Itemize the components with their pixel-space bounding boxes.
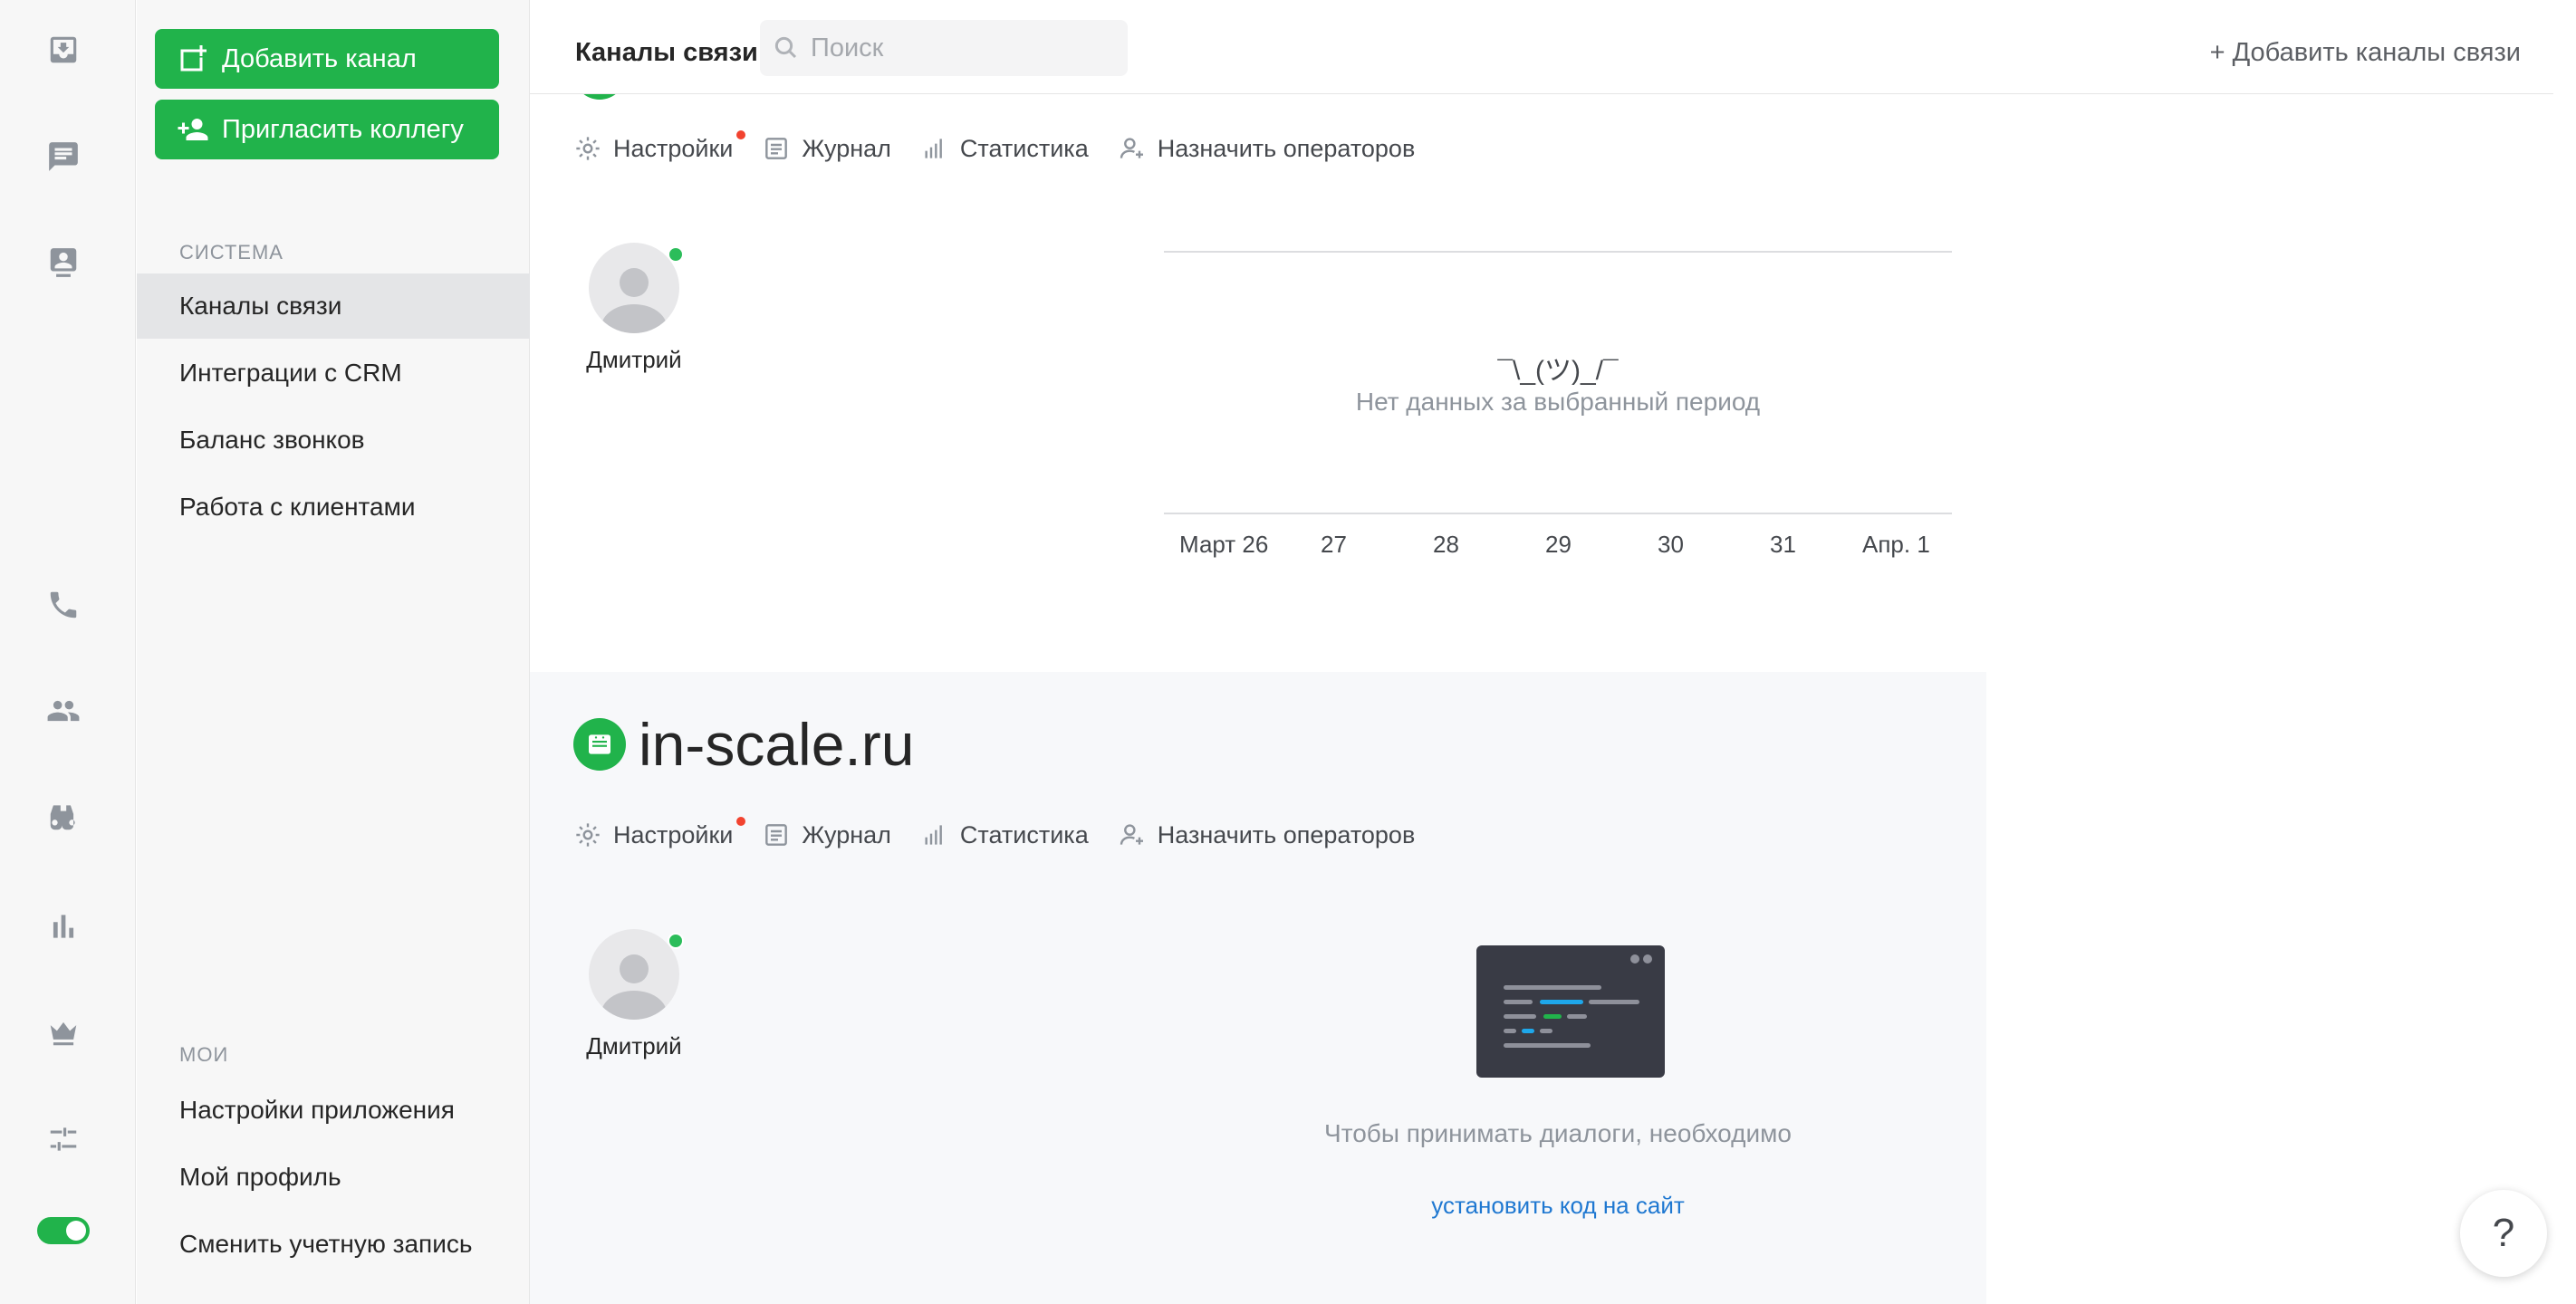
channel-journal-tab[interactable]: Журнал bbox=[762, 134, 891, 163]
stats-bars-icon bbox=[925, 139, 942, 158]
channel-section: Настройки Журнал Статистика Назначить оп… bbox=[530, 0, 1986, 672]
x-tick-label: 30 bbox=[1658, 531, 1684, 558]
my-section-title: МОИ bbox=[179, 1043, 229, 1066]
contact-card-icon[interactable] bbox=[41, 240, 86, 285]
assign-user-icon bbox=[1120, 138, 1143, 158]
avatar bbox=[589, 929, 679, 1020]
website-channel-icon bbox=[573, 718, 626, 771]
crown-icon[interactable] bbox=[41, 1010, 86, 1055]
inbox-icon[interactable] bbox=[41, 27, 86, 72]
channel-title: in-scale.ru bbox=[639, 711, 915, 778]
x-tick-label: 31 bbox=[1770, 531, 1796, 558]
app-root: Добавить канал Пригласить коллегу СИСТЕМ… bbox=[0, 0, 2576, 1304]
install-hint-text: Чтобы принимать диалоги, необходимо bbox=[1324, 1119, 1792, 1147]
operator-name: Дмитрий bbox=[586, 1032, 682, 1060]
channel-header: in-scale.ru bbox=[573, 710, 914, 779]
channel-section: in-scale.ru Настройки Журнал Статистика … bbox=[530, 672, 1986, 1304]
sidebar-item-crm[interactable]: Интеграции с CRM bbox=[137, 340, 530, 406]
sidebar-item-channels[interactable]: Каналы связи bbox=[137, 273, 530, 339]
online-indicator bbox=[668, 933, 684, 949]
phone-icon[interactable] bbox=[41, 582, 86, 628]
chart-top-line bbox=[1164, 251, 1952, 253]
stats-icon[interactable] bbox=[41, 904, 86, 949]
journal-tab-label: Журнал bbox=[802, 134, 891, 162]
page-title: Каналы связи bbox=[575, 38, 758, 67]
avatar bbox=[589, 243, 679, 333]
stats-tab-label: Статистика bbox=[959, 134, 1089, 162]
no-data-text: Нет данных за выбранный период bbox=[1355, 388, 1761, 416]
stats-tab-label: Статистика bbox=[959, 820, 1089, 849]
assign-user-icon bbox=[1120, 824, 1143, 845]
team-icon[interactable] bbox=[41, 688, 86, 734]
sidebar-item-app-settings[interactable]: Настройки приложения bbox=[137, 1078, 530, 1143]
notification-dot bbox=[736, 817, 746, 826]
gear-icon bbox=[576, 137, 600, 160]
channel-assign-tab[interactable]: Назначить операторов bbox=[1118, 820, 1416, 849]
sliders-icon[interactable] bbox=[41, 1117, 86, 1162]
assign-tab-label: Назначить операторов bbox=[1157, 820, 1416, 849]
channel-stats-tab[interactable]: Статистика bbox=[920, 134, 1089, 163]
invite-colleague-label: Пригласить коллегу bbox=[222, 114, 464, 144]
binoculars-icon[interactable] bbox=[41, 794, 86, 839]
x-tick-label: Март 26 bbox=[1179, 531, 1269, 558]
search-box[interactable] bbox=[760, 20, 1128, 76]
notification-dot bbox=[736, 130, 746, 139]
add-person-icon bbox=[178, 119, 208, 140]
code-illustration bbox=[1476, 945, 1665, 1078]
settings-tab-label: Настройки bbox=[613, 820, 734, 849]
search-icon bbox=[774, 36, 797, 59]
channel-tabs: Настройки Журнал Статистика Назначить оп… bbox=[573, 817, 1444, 849]
channel-stats-tab[interactable]: Статистика bbox=[920, 820, 1089, 849]
chart-axis bbox=[1164, 513, 1952, 514]
stats-bars-icon bbox=[925, 825, 942, 845]
sidebar: Добавить канал Пригласить коллегу СИСТЕМ… bbox=[137, 0, 530, 1304]
operator-name: Дмитрий bbox=[586, 346, 682, 373]
journal-tab-label: Журнал bbox=[802, 820, 891, 849]
journal-icon bbox=[765, 138, 788, 159]
channel-settings-tab[interactable]: Настройки bbox=[573, 817, 746, 849]
add-channel-label: Добавить канал bbox=[222, 43, 417, 73]
search-input[interactable] bbox=[811, 33, 1101, 63]
operator-card[interactable]: Дмитрий bbox=[584, 243, 684, 374]
add-channel-icon bbox=[180, 45, 207, 72]
settings-tab-label: Настройки bbox=[613, 134, 734, 162]
gear-icon bbox=[576, 823, 600, 847]
add-channel-button[interactable]: Добавить канал bbox=[155, 29, 499, 89]
help-button[interactable]: ? bbox=[2460, 1190, 2547, 1277]
channel-journal-tab[interactable]: Журнал bbox=[762, 820, 891, 849]
status-toggle[interactable] bbox=[37, 1217, 90, 1244]
shrug-emoticon: ¯\_(ツ)_/¯ bbox=[1497, 356, 1619, 386]
system-section-title: СИСТЕМА bbox=[179, 241, 284, 264]
icon-rail bbox=[0, 0, 136, 1304]
channel-settings-tab[interactable]: Настройки bbox=[573, 130, 746, 163]
add-channels-link[interactable]: + Добавить каналы связи bbox=[2210, 38, 2521, 68]
invite-colleague-button[interactable]: Пригласить коллегу bbox=[155, 100, 499, 159]
header: Каналы связи + Добавить каналы связи bbox=[530, 0, 2553, 94]
sidebar-item-my-profile[interactable]: Мой профиль bbox=[137, 1145, 530, 1210]
chat-icon[interactable] bbox=[41, 134, 86, 179]
x-tick-label: 28 bbox=[1433, 531, 1459, 558]
install-code-link[interactable]: установить код на сайт bbox=[1164, 1192, 1952, 1220]
x-tick-label: 29 bbox=[1545, 531, 1572, 558]
sidebar-item-call-balance[interactable]: Баланс звонков bbox=[137, 408, 530, 473]
operator-card[interactable]: Дмитрий bbox=[584, 929, 684, 1060]
x-tick-label: Апр. 1 bbox=[1862, 531, 1930, 558]
journal-icon bbox=[765, 824, 788, 846]
online-indicator bbox=[668, 246, 684, 263]
x-tick-label: 27 bbox=[1321, 531, 1347, 558]
sidebar-item-switch-account[interactable]: Сменить учетную запись bbox=[137, 1212, 530, 1277]
sidebar-item-clients[interactable]: Работа с клиентами bbox=[137, 475, 530, 540]
